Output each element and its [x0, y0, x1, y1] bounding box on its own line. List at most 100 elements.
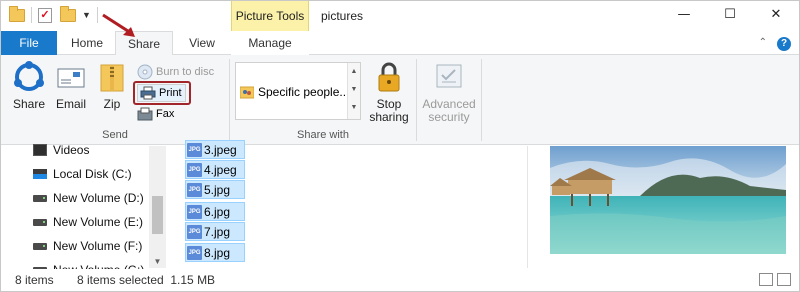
scroll-up-icon[interactable]: ▲ [348, 63, 360, 81]
navigation-scrollbar[interactable]: ▼ [149, 146, 166, 268]
advanced-security-label: Advanced security [421, 98, 477, 124]
share-button[interactable]: Share [9, 61, 49, 111]
scrollbar-thumb[interactable] [152, 196, 163, 234]
ribbon-right-controls: ⌃ ? [759, 37, 791, 51]
file-item[interactable]: JPG 8.jpg [185, 243, 245, 262]
stop-sharing-label: Stop sharing [367, 98, 411, 124]
folder-icon [9, 5, 25, 22]
quick-access-toolbar: ✓ ▼ [9, 5, 100, 23]
people-icon [240, 86, 254, 99]
selection-info: 8 items selected 1.15 MB [77, 273, 216, 287]
item-count: 8 items [15, 273, 54, 287]
share-label: Share [12, 97, 46, 111]
file-item[interactable]: JPG 6.jpg [185, 202, 245, 221]
file-name: 4.jpeg [204, 162, 237, 177]
help-icon[interactable]: ? [777, 37, 791, 51]
details-view-icon[interactable] [759, 273, 773, 286]
fax-icon [137, 107, 153, 121]
nav-item-videos[interactable]: Videos [33, 140, 89, 160]
lock-icon [378, 62, 400, 92]
zip-folder-icon [100, 64, 124, 92]
file-item[interactable]: JPG 3.jpeg [185, 140, 245, 159]
preview-image [550, 146, 786, 254]
zip-label: Zip [103, 97, 121, 111]
window-title: pictures [321, 9, 364, 23]
advanced-security-line1: Advanced [422, 97, 476, 111]
maximize-button[interactable]: ☐ [707, 1, 753, 31]
tab-manage[interactable]: Manage [231, 31, 309, 55]
file-name: 8.jpg [204, 245, 231, 260]
nav-item-label: New Volume (D:) [53, 191, 144, 205]
file-item[interactable]: JPG 4.jpeg [185, 160, 245, 179]
large-icons-view-icon[interactable] [777, 273, 791, 286]
minimize-button[interactable]: — [661, 1, 707, 31]
tab-view[interactable]: View [175, 31, 229, 55]
security-icon [436, 64, 462, 88]
share-list-scroller[interactable]: ▲ ▼ ▼ [347, 63, 360, 119]
file-name: 3.jpeg [204, 142, 237, 157]
nav-item-volume-f[interactable]: New Volume (F:) [33, 236, 142, 256]
file-item[interactable]: JPG 5.jpg [185, 180, 245, 199]
window-controls: — ☐ ✕ [661, 1, 799, 31]
jpg-file-icon: JPG [187, 245, 202, 260]
email-label: Email [55, 97, 86, 111]
print-highlight-box [133, 81, 191, 105]
share-icon [14, 61, 44, 91]
close-button[interactable]: ✕ [753, 1, 799, 31]
preview-pane [527, 146, 799, 268]
nav-item-volume-d[interactable]: New Volume (D:) [33, 188, 144, 208]
customize-dropdown-icon[interactable]: ▼ [82, 10, 91, 20]
scroll-down-icon[interactable]: ▼ [348, 81, 360, 99]
new-folder-icon[interactable] [60, 5, 76, 22]
jpg-file-icon: JPG [187, 162, 202, 177]
divider [31, 7, 32, 23]
nav-item-label: New Volume (F:) [53, 239, 143, 253]
advanced-security-line2: security [428, 110, 470, 124]
expand-list-icon[interactable]: ▼ [348, 99, 360, 117]
file-name: 5.jpg [204, 182, 231, 197]
windows-drive-icon [33, 169, 47, 179]
burn-label: Burn to disc [156, 66, 215, 78]
jpg-file-icon: JPG [187, 182, 202, 197]
file-item[interactable]: JPG 7.jpg [185, 222, 245, 241]
divider [416, 59, 417, 141]
stop-sharing-line2: sharing [369, 110, 409, 124]
drive-icon [33, 218, 47, 226]
fax-button[interactable]: Fax [137, 105, 174, 123]
nav-item-label: Videos [53, 143, 90, 157]
navigation-pane: Videos Local Disk (C:) New Volume (D:) N… [1, 143, 167, 277]
zip-button[interactable]: Zip [97, 61, 127, 111]
properties-icon[interactable]: ✓ [38, 7, 52, 23]
burn-to-disc-button[interactable]: Burn to disc [137, 63, 214, 81]
file-name: 7.jpg [204, 224, 231, 239]
tab-file[interactable]: File [1, 31, 57, 55]
lagoon-photo [550, 146, 786, 254]
disc-icon [137, 64, 153, 80]
annotation-arrow-icon [102, 13, 135, 37]
stop-sharing-button[interactable]: Stop sharing [367, 61, 411, 124]
jpg-file-icon: JPG [187, 142, 202, 157]
specific-people-item[interactable]: Specific people... [240, 85, 349, 99]
share-with-group-label: Share with [297, 129, 349, 141]
send-group: Share Email Zip Burn to disc Print Fax S… [1, 55, 229, 145]
email-icon [57, 68, 85, 88]
stop-sharing-line1: Stop [376, 97, 402, 111]
advanced-security-button[interactable]: Advanced security [421, 61, 477, 124]
email-button[interactable]: Email [53, 61, 89, 111]
file-name: 6.jpg [204, 204, 231, 219]
explorer-window: ✓ ▼ Picture Tools pictures — ☐ ✕ File Ho… [0, 0, 800, 292]
nav-item-volume-e[interactable]: New Volume (E:) [33, 212, 143, 232]
picture-tools-header: Picture Tools [231, 1, 309, 31]
status-bar: 8 items 8 items selected 1.15 MB [1, 269, 799, 291]
drive-icon [33, 194, 47, 202]
collapse-ribbon-icon[interactable]: ⌃ [759, 37, 767, 51]
ribbon: Share Email Zip Burn to disc Print Fax S… [1, 55, 799, 145]
share-with-list[interactable]: Specific people... ▲ ▼ ▼ [235, 62, 361, 120]
video-folder-icon [33, 144, 47, 156]
scroll-down-icon[interactable]: ▼ [149, 257, 166, 266]
nav-item-local-disk-c[interactable]: Local Disk (C:) [33, 164, 132, 184]
file-list: JPG 3.jpeg JPG 4.jpeg JPG 5.jpg JPG 6.jp… [167, 140, 527, 268]
drive-icon [33, 242, 47, 250]
jpg-file-icon: JPG [187, 204, 202, 219]
view-toggles [759, 273, 791, 286]
